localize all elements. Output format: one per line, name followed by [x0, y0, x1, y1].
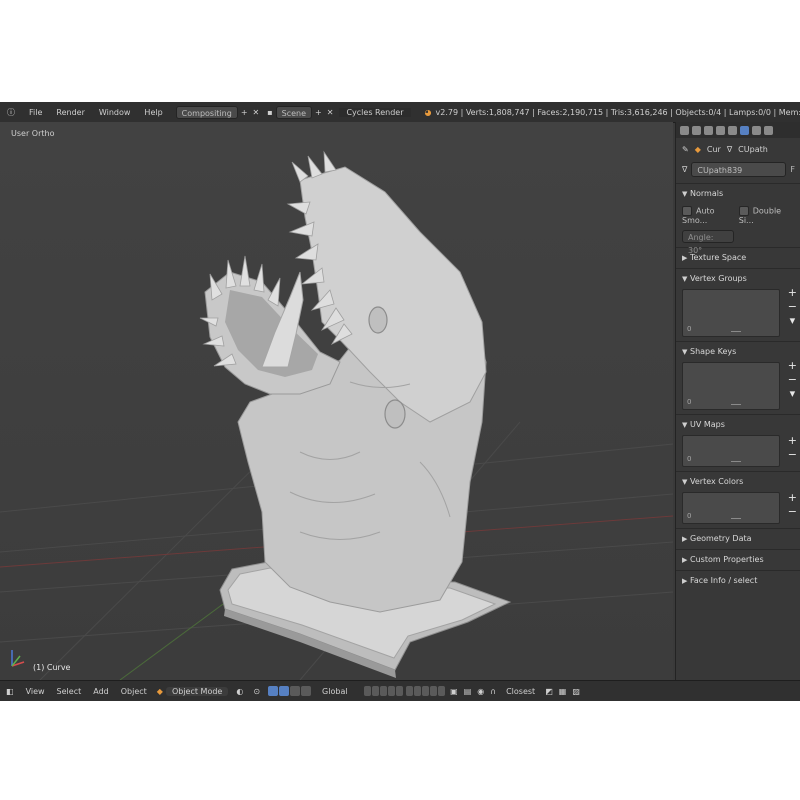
menu-help[interactable]: Help — [137, 108, 169, 117]
editor-type-icon[interactable]: ◧ — [0, 687, 20, 696]
upper-eye — [368, 306, 388, 334]
uv-maps-panel: ▼ UV Maps 0 + − — [676, 414, 800, 471]
menu-window[interactable]: Window — [92, 108, 138, 117]
add-shape-key-button[interactable]: + — [788, 360, 797, 371]
mode-dropdown[interactable]: Object Mode — [165, 686, 229, 696]
scene-stats: v2.79 | Verts:1,808,747 | Faces:2,190,71… — [435, 107, 800, 117]
remove-shape-key-button[interactable]: − — [788, 374, 797, 385]
render-only-icon[interactable]: ▤ — [464, 687, 472, 696]
normals-panel: ▼ Normals Auto Smo... Double Si... Angle:… — [676, 183, 800, 255]
creature-sculpt — [199, 150, 487, 613]
info-header: ⓘ File Render Window Help Compositing + … — [0, 102, 800, 123]
tab-texture[interactable] — [764, 125, 773, 135]
remove-uv-map-button[interactable]: − — [788, 449, 797, 460]
pin-icon[interactable]: ✎ — [682, 145, 689, 154]
snap-align-icon[interactable]: ◩ — [545, 687, 553, 696]
scene-field[interactable]: Scene — [275, 105, 313, 119]
proportional-edit-icon[interactable]: ◉ — [477, 687, 484, 696]
smooth-angle-field[interactable]: Angle: 30° — [682, 230, 734, 255]
transform-orientation-dropdown[interactable]: Global — [316, 687, 354, 696]
editor-type-icon[interactable]: ⓘ — [0, 107, 22, 118]
manipulator-toggle[interactable] — [268, 686, 279, 696]
3d-view-header: ◧ View Select Add Object ◆ Object Mode ◐… — [0, 680, 800, 701]
face-info-panel[interactable]: ▶ Face Info / select — [676, 570, 800, 591]
vertex-colors-list[interactable]: 0 — [682, 492, 780, 524]
viewport-scene — [0, 150, 673, 680]
lock-layers-icon[interactable]: ▣ — [450, 687, 458, 696]
custom-properties-panel[interactable]: ▶ Custom Properties — [676, 549, 800, 570]
menu-object[interactable]: Object — [115, 687, 153, 696]
curve-browse-icon[interactable]: ∇ — [682, 165, 687, 174]
pivot-point-icon[interactable]: ⊙ — [253, 687, 260, 696]
properties-tabs — [676, 122, 800, 138]
menu-render[interactable]: Render — [49, 108, 91, 117]
remove-scene-icon[interactable]: ✕ — [327, 108, 334, 117]
tab-world[interactable] — [716, 125, 725, 135]
tab-render[interactable] — [680, 125, 689, 135]
auto-smooth-checkbox[interactable]: Auto Smo... — [682, 206, 739, 225]
add-scene-icon[interactable]: + — [315, 108, 322, 117]
active-object-label: (1) Curve — [33, 663, 71, 672]
normals-header[interactable]: ▼ Normals — [682, 188, 795, 200]
vertex-groups-list[interactable]: 0 — [682, 289, 780, 337]
tab-object[interactable] — [728, 125, 737, 135]
curve-data-icon: ∇ — [726, 144, 733, 154]
fake-user-toggle[interactable]: F — [790, 165, 795, 174]
tab-render-layers[interactable] — [692, 125, 701, 135]
add-uv-map-button[interactable]: + — [788, 435, 797, 446]
tab-scene[interactable] — [704, 125, 713, 135]
shape-key-specials-icon[interactable]: ▾ — [788, 388, 797, 399]
double-sided-checkbox[interactable]: Double Si... — [738, 206, 795, 225]
rotate-manipulator[interactable] — [290, 686, 301, 696]
translate-manipulator[interactable] — [279, 686, 290, 696]
shape-keys-panel: ▼ Shape Keys 0 + − ▾ — [676, 341, 800, 414]
object-mode-icon: ◆ — [156, 686, 163, 696]
opengl-render-icon[interactable]: ▦ — [559, 687, 567, 696]
blender-logo-icon: ◕ — [424, 107, 432, 117]
remove-vertex-group-button[interactable]: − — [788, 301, 797, 312]
view-label: User Ortho — [11, 129, 55, 138]
vertex-colors-panel: ▼ Vertex Colors 0 + − — [676, 471, 800, 528]
shape-keys-list[interactable]: 0 — [682, 362, 780, 410]
uv-maps-list[interactable]: 0 — [682, 435, 780, 467]
tab-data[interactable] — [740, 125, 749, 135]
layer-buttons[interactable] — [363, 686, 447, 696]
object-context-icon: ◆ — [694, 144, 701, 154]
context-path: ✎ ◆ Cur ∇ CUpath — [676, 138, 800, 160]
axis-gizmo — [11, 650, 25, 667]
render-animation-icon[interactable]: ▨ — [572, 687, 580, 696]
remove-vertex-color-button[interactable]: − — [788, 506, 797, 517]
scene-icon[interactable]: ▪ — [267, 108, 272, 117]
snap-target-dropdown[interactable]: Closest — [500, 687, 541, 696]
viewport-shading-icon[interactable]: ◐ — [236, 687, 243, 696]
add-screen-icon[interactable]: + — [241, 108, 248, 117]
menu-select[interactable]: Select — [51, 687, 88, 696]
add-vertex-color-button[interactable]: + — [788, 492, 797, 503]
remove-screen-icon[interactable]: ✕ — [253, 108, 260, 117]
magnet-icon[interactable]: ∩ — [490, 687, 496, 696]
menu-file[interactable]: File — [22, 108, 49, 117]
data-block-row: ∇ CUpath839 F — [682, 162, 795, 177]
render-engine-dropdown[interactable]: Cycles Render — [339, 107, 411, 117]
blender-window: ⓘ File Render Window Help Compositing + … — [0, 102, 800, 701]
lower-eye — [384, 399, 406, 429]
vertex-groups-panel: ▼ Vertex Groups 0 + − ▾ — [676, 268, 800, 341]
context-data[interactable]: CUpath — [738, 145, 768, 154]
menu-add[interactable]: Add — [87, 687, 115, 696]
data-name-field[interactable]: CUpath839 — [691, 162, 787, 177]
add-vertex-group-button[interactable]: + — [788, 287, 797, 298]
screen-layout-field[interactable]: Compositing — [175, 105, 238, 119]
properties-editor: ✎ ◆ Cur ∇ CUpath ∇ CUpath839 F ▼ Normals … — [675, 122, 800, 680]
context-object[interactable]: Cur — [707, 145, 721, 154]
menu-view[interactable]: View — [20, 687, 51, 696]
vertex-group-specials-icon[interactable]: ▾ — [788, 315, 797, 326]
scale-manipulator[interactable] — [301, 686, 312, 696]
3d-viewport[interactable]: User Ortho (1) Curve — [0, 122, 673, 680]
tab-material[interactable] — [752, 125, 761, 135]
geometry-data-panel[interactable]: ▶ Geometry Data — [676, 528, 800, 549]
